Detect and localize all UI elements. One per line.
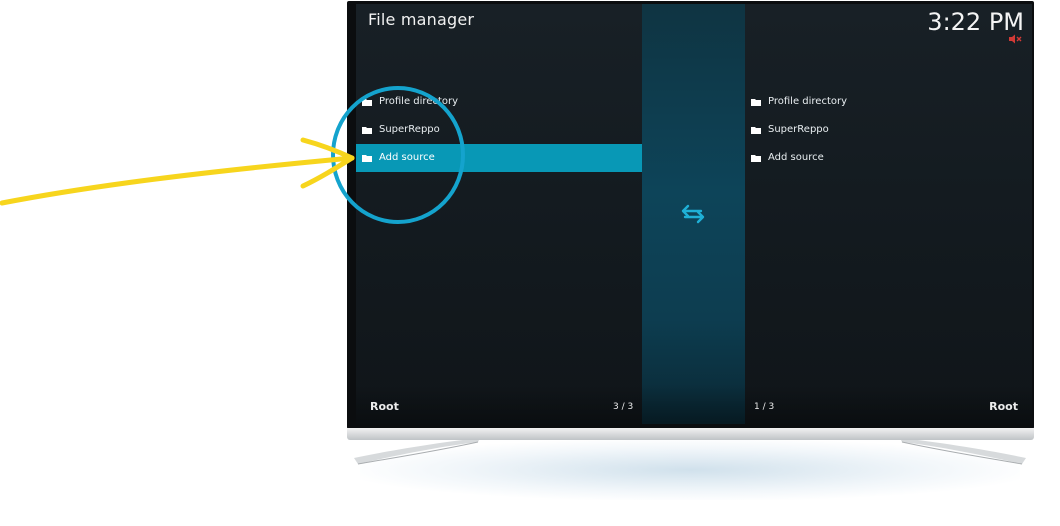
page-title: File manager <box>368 10 475 29</box>
mute-icon <box>1009 34 1022 44</box>
tv-bezel-bottom <box>347 428 1034 440</box>
yellow-arrow-annotation <box>0 137 355 206</box>
tv-stand-left <box>354 438 480 465</box>
right-pane <box>745 4 1032 424</box>
list-item-label: Add source <box>768 152 824 163</box>
stage: File manager 3:22 PM Profile directory S… <box>0 0 1060 526</box>
list-item-label: Profile directory <box>768 96 848 107</box>
folder-icon <box>751 99 761 106</box>
right-path-label: Root <box>989 400 1018 413</box>
list-item-add-source[interactable]: Add source <box>745 144 1031 172</box>
footer-shade <box>356 384 1032 424</box>
tv-stand-right <box>900 438 1026 465</box>
right-position-counter: 1 / 3 <box>754 402 775 412</box>
right-footer-path: Root <box>989 392 1018 424</box>
right-file-list: Profile directory SuperReppo Add source <box>745 88 1031 172</box>
folder-icon <box>751 155 761 162</box>
left-path-label: Root <box>370 400 399 413</box>
swap-arrows-icon[interactable] <box>679 203 707 225</box>
list-item-superreppo[interactable]: SuperReppo <box>745 116 1031 144</box>
folder-icon <box>751 127 761 134</box>
list-item-profile-directory[interactable]: Profile directory <box>745 88 1031 116</box>
left-position-counter: 3 / 3 <box>613 402 634 412</box>
clock: 3:22 PM <box>927 8 1024 36</box>
list-item-label: SuperReppo <box>768 124 829 135</box>
left-footer-path: Root <box>370 392 399 424</box>
